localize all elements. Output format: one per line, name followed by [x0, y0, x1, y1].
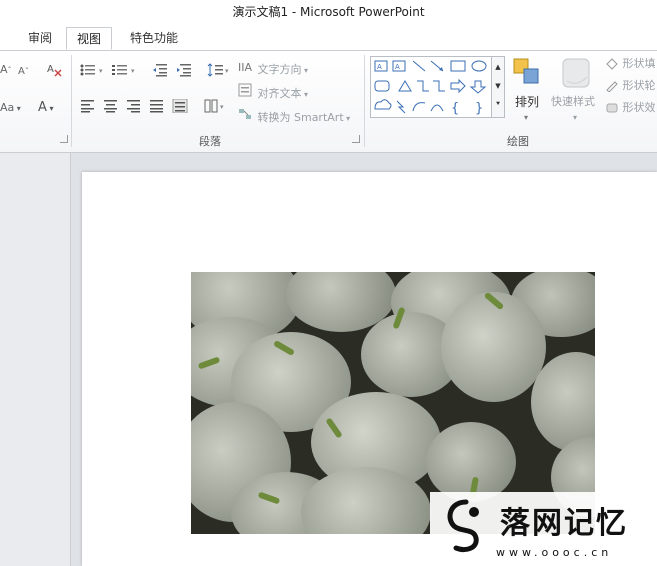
text-direction-button[interactable]: IIA 文字方向 ▾: [238, 59, 308, 77]
decrease-indent-icon[interactable]: [152, 63, 168, 81]
svg-text:▾: ▾: [225, 67, 229, 75]
group-label-paragraph: 段落: [199, 135, 221, 148]
slides-pane[interactable]: [0, 153, 71, 566]
window-title: 演示文稿1 - Microsoft PowerPoint: [0, 0, 657, 24]
font-dialog-launcher[interactable]: [60, 135, 68, 143]
tab-review[interactable]: 审阅: [18, 27, 62, 50]
arrange-icon: [513, 58, 539, 84]
font-color-button[interactable]: A ▾: [38, 99, 53, 117]
shape-effects-button[interactable]: 形状效: [605, 99, 656, 117]
shape-fill-button[interactable]: 形状填: [605, 55, 656, 73]
text-direction-icon: IIA: [238, 61, 252, 74]
grow-font-label: A: [0, 63, 8, 76]
group-label-drawing: 绘图: [507, 135, 529, 148]
bullets-button[interactable]: ▾: [80, 63, 106, 81]
convert-smartart-label: 转换为 SmartArt: [257, 111, 344, 124]
numbering-button[interactable]: ▾: [112, 63, 138, 81]
svg-text:A: A: [395, 63, 400, 71]
pen-icon: [605, 80, 619, 93]
paint-bucket-icon: [605, 58, 619, 70]
line-spacing-icon[interactable]: ▾: [207, 63, 231, 81]
svg-text:IIA: IIA: [238, 61, 252, 73]
svg-text:A: A: [47, 64, 54, 75]
shrink-font-button[interactable]: Aˇ: [18, 63, 29, 81]
shape-effects-label: 形状效: [622, 101, 656, 114]
numbering-icon: ▾: [112, 65, 135, 75]
scroll-down-icon[interactable]: ▼: [492, 77, 504, 95]
gallery-more-icon[interactable]: ⯆: [492, 95, 504, 113]
shrink-font-label: A: [18, 66, 25, 77]
melon: [441, 292, 546, 402]
watermark-logo-icon: [447, 499, 479, 553]
watermark-title: 落网记忆: [500, 506, 628, 541]
align-text-button[interactable]: 对齐文本 ▾: [238, 83, 308, 101]
columns-icon[interactable]: ▾: [204, 99, 228, 117]
shape-outline-button[interactable]: 形状轮: [605, 77, 656, 95]
convert-smartart-button[interactable]: 转换为 SmartArt ▾: [238, 107, 350, 125]
align-right-icon[interactable]: [126, 99, 142, 117]
quick-styles-button[interactable]: 快速样式 ▾: [551, 53, 603, 123]
svg-text:▾: ▾: [99, 67, 103, 75]
quick-styles-dropdown-icon: ▾: [573, 113, 578, 122]
watermark: 落网记忆 www.oooc.cn: [430, 492, 657, 566]
scroll-up-icon[interactable]: ▲: [492, 57, 504, 77]
increase-indent-icon[interactable]: [176, 63, 192, 81]
font-color-label: A: [38, 100, 47, 115]
text-direction-label: 文字方向: [257, 63, 302, 76]
svg-text:▾: ▾: [131, 67, 135, 75]
shape-outline-label: 形状轮: [622, 79, 656, 92]
align-left-icon[interactable]: [80, 99, 96, 117]
shapes-gallery-icons: A A { }: [374, 60, 487, 116]
arrange-button[interactable]: 排列 ▾: [512, 53, 546, 123]
tab-view[interactable]: 视图: [66, 27, 113, 50]
ribbon-tabs: 审阅 视图 特色功能: [0, 24, 657, 51]
align-center-icon[interactable]: [103, 99, 119, 117]
shapes-gallery[interactable]: A A { }: [370, 56, 492, 118]
arrange-dropdown-icon: ▾: [524, 113, 529, 122]
quick-styles-icon: [562, 58, 590, 88]
group-divider: [364, 55, 365, 147]
svg-text:A: A: [377, 63, 382, 71]
align-text-icon: [238, 83, 252, 97]
shapes-gallery-scroll[interactable]: ▲ ▼ ⯆: [491, 56, 505, 118]
tab-special-features[interactable]: 特色功能: [120, 27, 188, 50]
align-text-label: 对齐文本: [257, 87, 302, 100]
ribbon: Aˆ Aˇ A Aa ▾ A ▾ ▾ ▾ ▾ IIA 文字方向 ▾ 对齐文本 ▾…: [0, 51, 657, 153]
justify-icon[interactable]: [149, 99, 165, 117]
clear-format-icon[interactable]: A: [46, 61, 62, 79]
watermark-url: www.oooc.cn: [496, 546, 613, 559]
smartart-icon: [239, 109, 251, 119]
shape-effects-icon: [605, 102, 619, 114]
distributed-icon[interactable]: [172, 98, 188, 117]
grow-font-button[interactable]: Aˆ: [0, 61, 12, 79]
svg-text:▾: ▾: [220, 103, 224, 111]
bullets-icon: ▾: [80, 64, 103, 76]
group-divider: [71, 55, 72, 147]
paragraph-dialog-launcher[interactable]: [352, 135, 360, 143]
svg-text:{: {: [451, 101, 459, 116]
svg-text:}: }: [475, 101, 483, 116]
change-case-label: Aa: [0, 101, 15, 114]
change-case-button[interactable]: Aa ▾: [0, 99, 21, 117]
shape-fill-label: 形状填: [622, 57, 656, 70]
